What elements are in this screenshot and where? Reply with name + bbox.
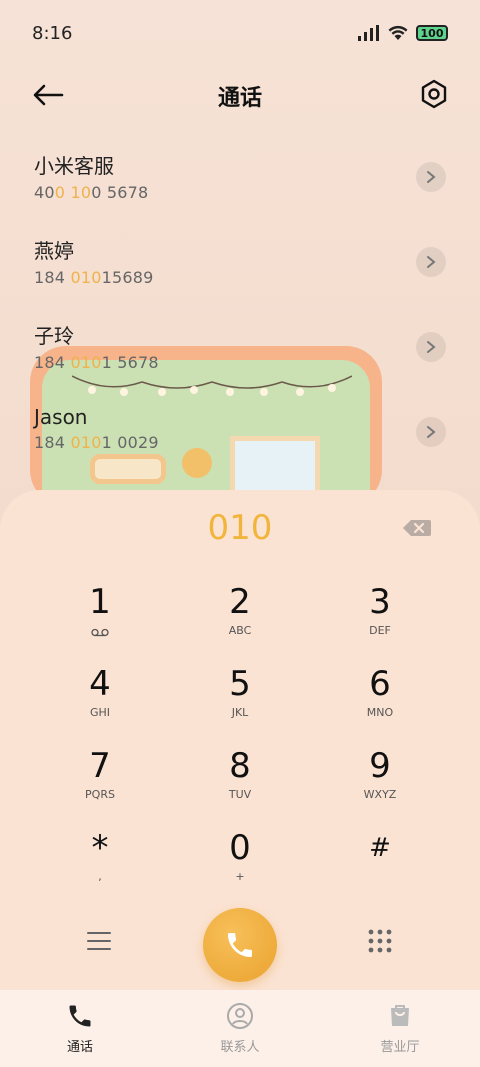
phone-icon [69,1005,91,1027]
key-1[interactable]: 1 [40,582,160,654]
key-8[interactable]: 8 TUV [180,746,300,818]
dialer-panel: 010 1 2 ABC 3 DEF 4 GHI 5 JKL 6 MNO 7 PQ… [0,490,480,990]
contact-name: 子玲 [34,324,74,348]
contact-suggestions: 小米客服 400 100 5678 燕婷 184 01015689 子玲 184… [0,140,480,480]
header: 通话 [0,66,480,126]
bottom-nav: 通话 联系人 营业厅 [0,990,480,1067]
voicemail-icon [91,628,109,637]
shopping-bag-icon [391,1005,409,1026]
nav-label-contacts: 联系人 [220,1040,260,1055]
contact-detail-button[interactable] [416,332,446,362]
contact-number: 184 0101 5678 [34,353,159,372]
signal-icon [358,25,379,41]
settings-icon[interactable] [418,78,450,110]
back-arrow-icon[interactable] [30,80,66,110]
status-icons: 100 [358,25,448,41]
status-time: 8:16 [32,22,73,44]
contact-item[interactable]: Jason 184 0101 0029 [0,395,480,480]
chevron-right-icon [427,341,436,353]
key-4[interactable]: 4 GHI [40,664,160,736]
phone-icon [228,933,252,957]
contact-name: Jason [34,405,88,429]
nav-tab-calls[interactable]: 通话 [0,990,160,1067]
nav-tab-contacts[interactable]: 联系人 [160,990,320,1067]
chevron-right-icon [427,426,436,438]
key-5[interactable]: 5 JKL [180,664,300,736]
contact-number: 184 01015689 [34,268,154,287]
battery-indicator: 100 [416,25,448,41]
page-title: 通话 [217,86,262,111]
contact-detail-button[interactable] [416,162,446,192]
dialer-actions [0,908,480,982]
backspace-icon[interactable] [402,518,432,538]
status-bar: 8:16 100 [0,0,480,66]
key-7[interactable]: 7 PQRS [40,746,160,818]
contact-item[interactable]: 小米客服 400 100 5678 [0,140,480,225]
nav-label-calls: 通话 [66,1040,93,1055]
key-2[interactable]: 2 ABC [180,582,300,654]
nav-label-service: 营业厅 [380,1040,420,1055]
call-button[interactable] [203,908,277,982]
contact-number: 400 100 5678 [34,183,149,202]
contact-number: 184 0101 0029 [34,433,159,452]
chevron-right-icon [427,171,436,183]
key-9[interactable]: 9 WXYZ [320,746,440,818]
menu-icon[interactable] [86,930,112,952]
nav-tab-service[interactable]: 营业厅 [320,990,480,1067]
key-hash[interactable]: # [320,828,440,900]
key-3[interactable]: 3 DEF [320,582,440,654]
contact-item[interactable]: 子玲 184 0101 5678 [0,310,480,395]
contact-detail-button[interactable] [416,247,446,277]
dialpad-icon[interactable] [367,928,393,954]
key-6[interactable]: 6 MNO [320,664,440,736]
contact-item[interactable]: 燕婷 184 01015689 [0,225,480,310]
chevron-right-icon [427,256,436,268]
key-0[interactable]: 0 + [180,828,300,900]
contacts-icon [227,1003,253,1029]
key-star[interactable]: * , [40,828,160,900]
contact-name: 燕婷 [34,239,74,263]
contact-name: 小米客服 [34,154,114,178]
wifi-icon [388,25,408,40]
contact-detail-button[interactable] [416,417,446,447]
